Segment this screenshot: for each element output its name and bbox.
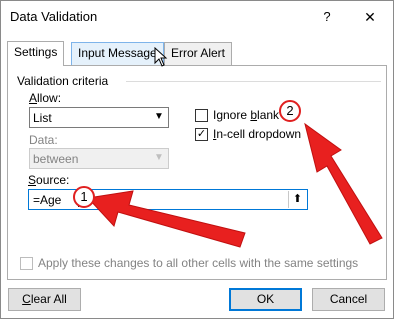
in-cell-dropdown-checkbox[interactable]: ✓	[195, 128, 208, 141]
ignore-blank-label: Ignore blank	[213, 108, 280, 122]
annotation-badge-2: 2	[279, 100, 301, 122]
allow-select[interactable]: List ▼	[29, 107, 169, 128]
allow-label: Allow:	[29, 91, 62, 105]
allow-value: List	[33, 111, 52, 125]
apply-all-label: Apply these changes to all other cells w…	[38, 256, 359, 270]
validation-criteria-heading: Validation criteria	[17, 74, 109, 88]
title-bar: Data Validation ? ✕	[1, 1, 393, 33]
in-cell-dropdown-label: In-cell dropdown	[213, 127, 302, 141]
dialog-title: Data Validation	[10, 9, 98, 24]
data-label: Data:	[29, 133, 58, 147]
data-validation-dialog: Data Validation ? ✕ Settings Input Messa…	[0, 0, 394, 319]
apply-all-checkbox	[20, 257, 33, 270]
data-value: between	[33, 152, 79, 166]
close-button[interactable]: ✕	[361, 8, 379, 26]
chevron-down-icon: ▼	[154, 111, 164, 122]
source-value: =Age	[33, 193, 62, 207]
cancel-button[interactable]: Cancel	[312, 288, 385, 311]
checkmark-icon: ✓	[196, 128, 207, 140]
clear-all-button[interactable]: Clear All	[8, 288, 81, 311]
tab-settings[interactable]: Settings	[7, 41, 65, 66]
source-input[interactable]: =Age ⬆	[28, 189, 308, 210]
tab-error-alert[interactable]: Error Alert	[164, 42, 233, 65]
chevron-down-icon: ▼	[154, 152, 164, 163]
ok-button[interactable]: OK	[229, 288, 302, 311]
help-button[interactable]: ?	[318, 8, 336, 26]
ignore-blank-checkbox[interactable]	[195, 109, 208, 122]
data-select: between ▼	[29, 148, 169, 169]
source-label: Source:	[28, 173, 70, 187]
section-divider	[126, 81, 381, 82]
annotation-badge-1: 1	[73, 186, 95, 208]
mouse-cursor-icon	[154, 47, 168, 67]
collapse-dialog-icon[interactable]: ⬆	[288, 191, 306, 208]
tab-input-message[interactable]: Input Message	[71, 42, 164, 65]
